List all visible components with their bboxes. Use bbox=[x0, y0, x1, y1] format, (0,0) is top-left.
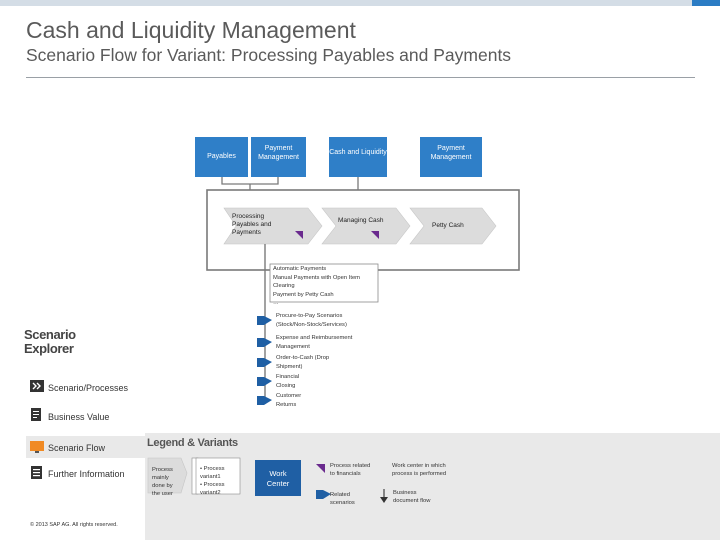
related-scenario-link[interactable]: Customer Returns bbox=[276, 392, 386, 409]
related-scenario-link[interactable]: Expense and Reimbursement Management bbox=[276, 334, 386, 351]
flow-icon bbox=[30, 441, 44, 453]
scenario-item: Manual Payments with Open Item bbox=[273, 274, 360, 281]
related-scenario-link[interactable]: Order-to-Cash (Drop Shipment) bbox=[276, 354, 386, 371]
swimlane-cash-liquidity bbox=[329, 137, 387, 177]
connector-bracket bbox=[221, 177, 279, 185]
nav-label: Further Information bbox=[48, 469, 125, 479]
related-scenario-icon bbox=[257, 358, 272, 367]
legend-related-text: Related scenarios bbox=[330, 492, 355, 506]
process-label: Managing Cash bbox=[338, 217, 384, 224]
swimlane-label: Payment Management bbox=[258, 145, 299, 161]
copyright: © 2013 SAP AG. All rights reserved. bbox=[30, 522, 118, 528]
document-icon bbox=[31, 408, 41, 421]
related-scenario-link[interactable]: Procure-to-Pay Scenarios (Stock/Non-Stoc… bbox=[276, 312, 386, 329]
related-scenario-icon bbox=[257, 377, 272, 386]
process-label: Petty Cash bbox=[432, 222, 464, 229]
scenario-item: … bbox=[273, 300, 279, 306]
legend-flow-arrowhead bbox=[380, 497, 388, 503]
scenario-explorer-title: Scenario Explorer bbox=[24, 327, 76, 356]
nav-item-scenario-flow[interactable]: Scenario Flow bbox=[26, 436, 145, 458]
scenario-item: Clearing bbox=[273, 283, 295, 289]
legend-flow-text: Business document flow bbox=[393, 490, 431, 504]
nav-label: Scenario Flow bbox=[48, 443, 106, 453]
process-label: Processing Payables and Payments bbox=[232, 213, 272, 236]
scenario-item: Automatic Payments bbox=[273, 266, 327, 272]
swimlane-label: Payables bbox=[207, 153, 236, 160]
legend-related-icon bbox=[316, 490, 323, 499]
swimlane-label: Payment Management bbox=[430, 145, 472, 161]
legend-work-center-label: Work Center bbox=[266, 469, 290, 488]
legend-variant-text: • Process variant1 • Process variant2 bbox=[200, 466, 225, 496]
scenario-item: Payment by Petty Cash bbox=[273, 291, 334, 298]
scenario-list: Automatic Payments Manual Payments with … bbox=[273, 265, 377, 308]
info-icon bbox=[31, 466, 42, 479]
nav-label: Scenario/Processes bbox=[48, 383, 129, 393]
legend-financial-marker bbox=[316, 464, 325, 473]
legend-financial-text: Process related to financials bbox=[330, 463, 371, 477]
process-managing-cash bbox=[321, 207, 411, 245]
nav-label: Business Value bbox=[48, 412, 110, 422]
related-scenario-icon bbox=[257, 338, 272, 347]
swimlane-label: Cash and Liquidity bbox=[329, 149, 387, 156]
legend-work-center-text: Work center in which process is performe… bbox=[392, 463, 447, 477]
double-chevron-icon bbox=[30, 380, 44, 392]
related-scenario-link[interactable]: Financial Closing bbox=[276, 373, 386, 390]
related-scenario-icon bbox=[257, 396, 272, 405]
related-scenario-icon bbox=[257, 316, 272, 325]
legend-process-text: Process mainly done by the user bbox=[152, 467, 173, 497]
